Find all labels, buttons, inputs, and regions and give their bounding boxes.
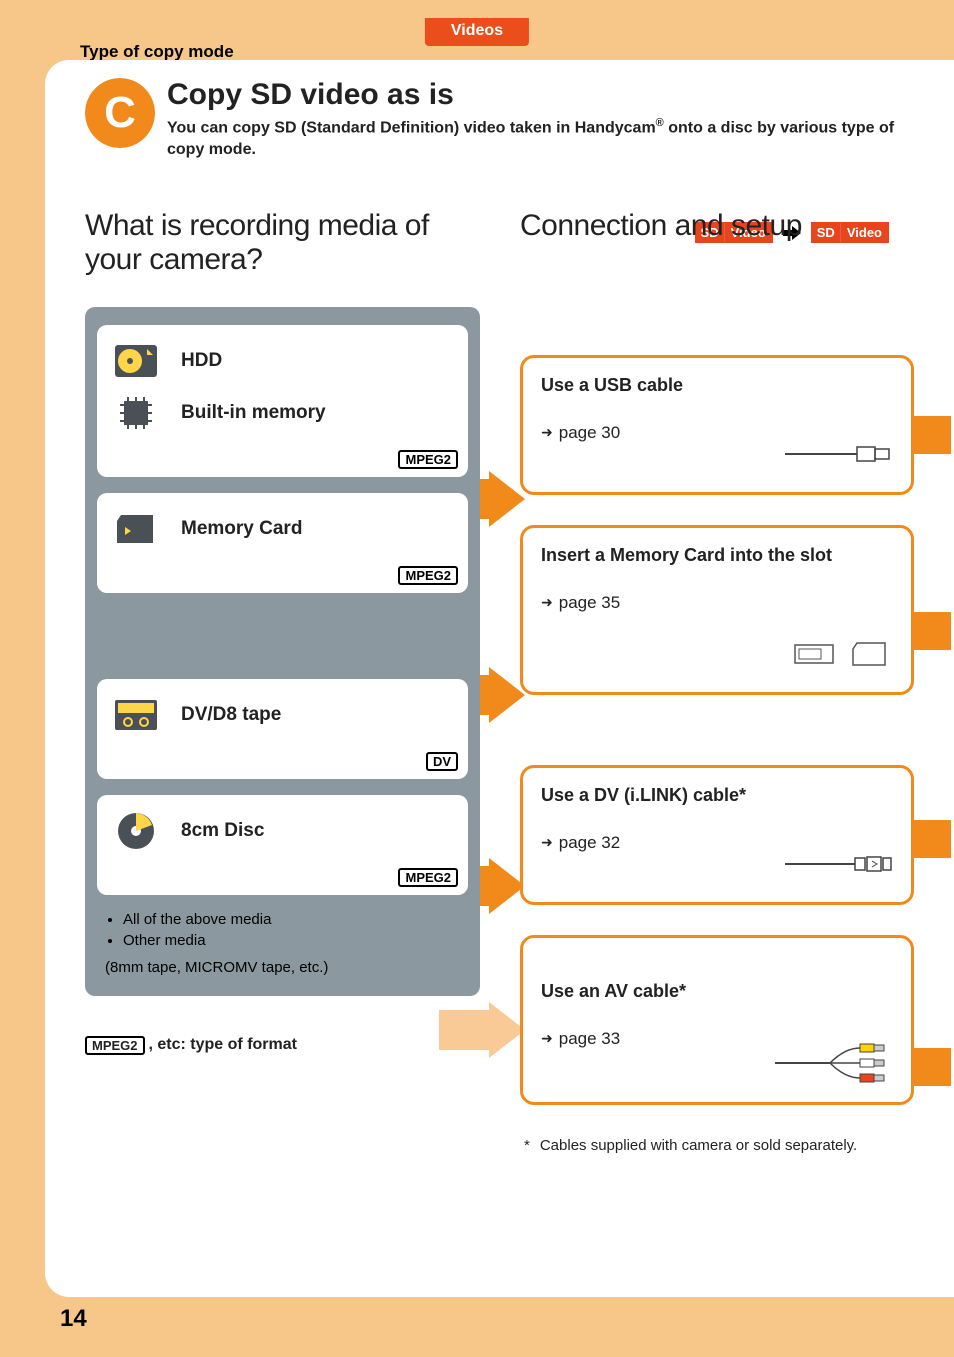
conn-card-dv: Use a DV (i.LINK) cable* ➜ page 32: [520, 765, 914, 905]
conn-card-usb: Use a USB cable ➜ page 30: [520, 355, 914, 495]
builtin-label: Built-in memory: [181, 402, 326, 424]
page-subtitle: You can copy SD (Standard Definition) vi…: [167, 116, 914, 161]
content-columns: What is recording media of your camera? …: [45, 209, 954, 1259]
mpeg2-badge: MPEG2: [398, 450, 458, 469]
page-ref: page 30: [559, 423, 620, 443]
right-column: Connection and setup Use a USB cable ➜ p…: [520, 209, 914, 1259]
conn-usb-title: Use a USB cable: [541, 374, 893, 397]
dv-badge: DV: [426, 752, 458, 771]
note-other-media: Other media: [123, 930, 464, 951]
main-panel: C Copy SD video as is You can copy SD (S…: [45, 60, 954, 1297]
stripe: [911, 612, 951, 650]
memory-card-icon: [111, 507, 161, 551]
conn-mem-page: ➜ page 35: [541, 593, 893, 613]
page-ref: page 35: [559, 593, 620, 613]
media-card-disc: 8cm Disc MPEG2: [97, 795, 468, 895]
mpeg2-badge: MPEG2: [398, 868, 458, 887]
mpeg2-badge: MPEG2: [398, 566, 458, 585]
videos-tab: Videos: [425, 18, 529, 46]
media-row-builtin: Built-in memory: [111, 391, 454, 435]
stripe: [911, 820, 951, 858]
arrow-icon: ➜: [541, 594, 553, 611]
media-panel: HDD Built-in memory MPEG2: [85, 307, 480, 996]
media-row-tape: DV/D8 tape: [111, 693, 454, 737]
arrow-icon: ➜: [541, 1030, 553, 1047]
format-legend: MPEG2 , etc: type of format: [85, 1036, 480, 1055]
legend-text: , etc: type of format: [149, 1036, 297, 1054]
usb-cable-icon: [785, 436, 895, 472]
stripe: [911, 1048, 951, 1086]
header: C Copy SD video as is You can copy SD (S…: [45, 60, 954, 169]
hdd-icon: [111, 339, 161, 383]
footnote-text: Cables supplied with camera or sold sepa…: [540, 1135, 857, 1156]
tape-icon: [111, 693, 161, 737]
title-block: Copy SD video as is You can copy SD (Sta…: [167, 78, 914, 161]
media-notes: All of the above media Other media: [97, 903, 468, 951]
av-cable-icon: [775, 1038, 895, 1088]
note-all-media: All of the above media: [123, 909, 464, 930]
conn-card-av: Use an AV cable* ➜ page 33: [520, 935, 914, 1105]
memcard-label: Memory Card: [181, 518, 302, 540]
left-heading: What is recording media of your camera?: [85, 209, 480, 277]
card-slot-icon: [785, 636, 895, 672]
media-card-tape: DV/D8 tape DV: [97, 679, 468, 779]
page-number: 14: [60, 1305, 87, 1333]
subtitle-pre: You can copy SD (Standard Definition) vi…: [167, 119, 656, 136]
media-row-memcard: Memory Card: [111, 507, 454, 551]
stripe: [911, 416, 951, 454]
mpeg2-badge: MPEG2: [85, 1036, 145, 1055]
right-heading: Connection and setup: [520, 209, 914, 243]
tape-label: DV/D8 tape: [181, 704, 281, 726]
page-title: Copy SD video as is: [167, 78, 914, 112]
conn-mem-title: Insert a Memory Card into the slot: [541, 544, 893, 567]
note-other-sub: (8mm tape, MICROMV tape, etc.): [97, 951, 468, 978]
arrow-icon: ➜: [541, 424, 553, 441]
media-card-memcard: Memory Card MPEG2: [97, 493, 468, 593]
ilink-cable-icon: [785, 846, 895, 882]
registered-mark: ®: [656, 117, 664, 129]
media-row-hdd: HDD: [111, 339, 454, 383]
mode-c-badge: C: [85, 78, 155, 148]
footnote-mark: *: [524, 1135, 530, 1156]
conn-av-title: Use an AV cable*: [541, 980, 893, 1003]
conn-dv-title: Use a DV (i.LINK) cable*: [541, 784, 893, 807]
media-card-hdd-builtin: HDD Built-in memory MPEG2: [97, 325, 468, 477]
disc-icon: [111, 809, 161, 853]
arrow-icon: ➜: [541, 834, 553, 851]
footnote: * Cables supplied with camera or sold se…: [520, 1135, 914, 1156]
type-of-copy-mode-label: Type of copy mode: [80, 42, 234, 62]
hdd-label: HDD: [181, 350, 222, 372]
memory-chip-icon: [111, 391, 161, 435]
left-column: What is recording media of your camera? …: [85, 209, 480, 1259]
page-ref: page 32: [559, 833, 620, 853]
page-ref: page 33: [559, 1029, 620, 1049]
conn-card-mem: Insert a Memory Card into the slot ➜ pag…: [520, 525, 914, 695]
media-row-disc: 8cm Disc: [111, 809, 454, 853]
disc-label: 8cm Disc: [181, 820, 264, 842]
